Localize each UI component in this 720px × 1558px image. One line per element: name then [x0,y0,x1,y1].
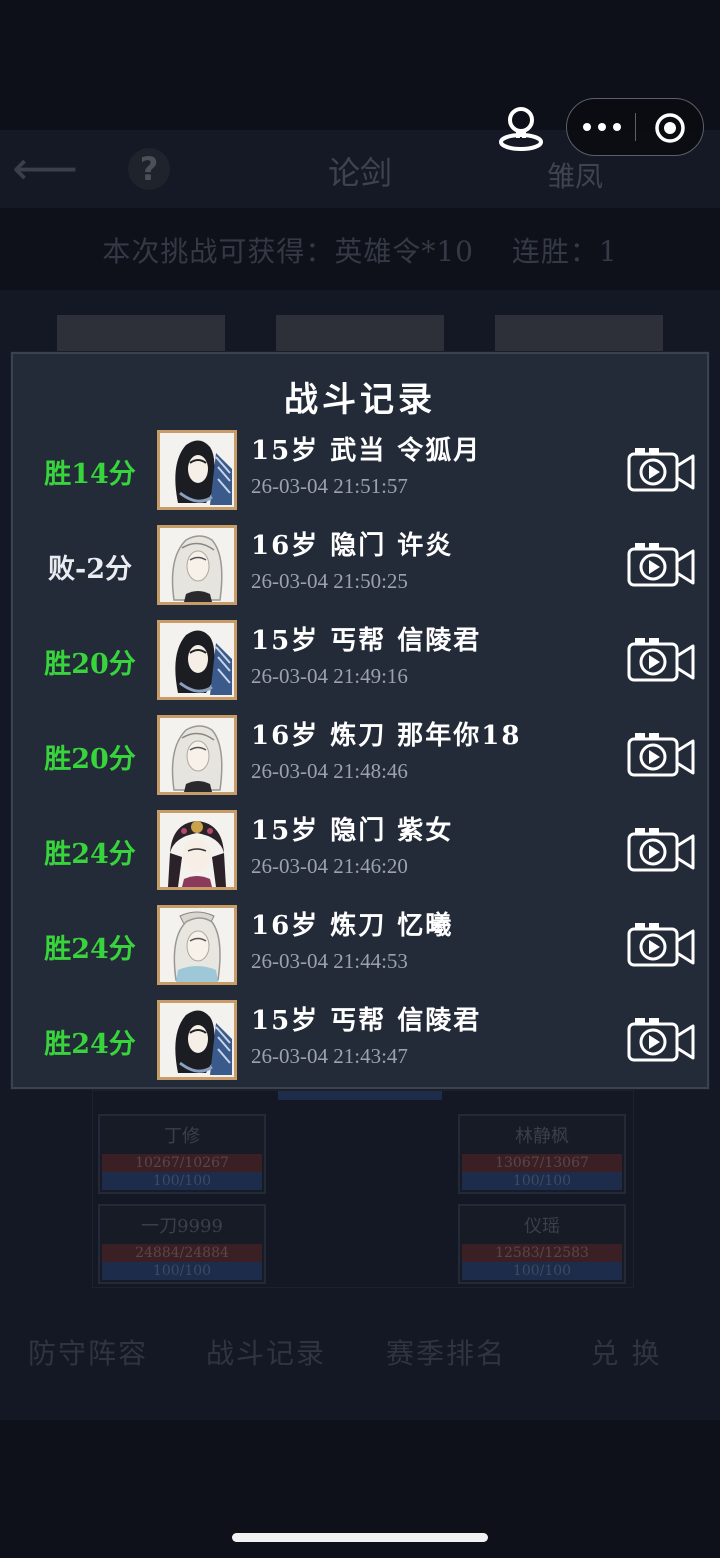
battle-time: 26-03-04 21:51:57 [251,474,408,498]
defender-hp: 10267/10267 [102,1154,262,1172]
battle-time: 26-03-04 21:50:25 [251,569,408,593]
opponent-info: 16岁 隐门 许炎 [251,531,454,561]
replay-video-icon[interactable] [627,636,695,682]
reward-info: 本次挑战可获得：英雄令*10 连胜：1 [0,230,720,270]
defender-mp: 100/100 [102,1262,262,1280]
opponent-info: 15岁 隐门 紫女 [251,816,454,846]
defender-name: 丁修 [164,1126,200,1147]
defender-name: 仪瑶 [524,1216,560,1237]
result-score: 胜24分 [44,1029,136,1060]
opponent-avatar [157,1000,237,1080]
result-score: 胜24分 [44,934,136,965]
more-icon[interactable] [579,111,625,143]
defender-hp: 13067/13067 [462,1154,622,1172]
battle-record-row: 胜24分 15岁 丐帮 信陵君 26-03-04 21:43:47 [13,1000,707,1095]
home-indicator[interactable] [232,1533,488,1542]
miniprogram-capsule [566,98,704,156]
defender-mp: 100/100 [102,1172,262,1190]
tab-defense-lineup[interactable]: 防守阵容 [8,1332,168,1372]
result-score: 胜20分 [44,744,136,775]
defender-hp: 24884/24884 [102,1244,262,1262]
opponent-avatar [157,715,237,795]
opponent-info: 15岁 丐帮 信陵君 [251,1006,482,1036]
battle-record-row: 胜14分 15岁 武当 令狐月 26-03-04 21:51:57 [13,430,707,525]
reward-text: 本次挑战可获得：英雄令*10 [102,235,474,268]
opponent-card[interactable] [57,315,225,355]
opponent-avatar [157,620,237,700]
defender-hp: 12583/12583 [462,1244,622,1262]
battle-time: 26-03-04 21:44:53 [251,949,408,973]
tab-battle-record[interactable]: 战斗记录 [186,1332,346,1372]
opponent-avatar [157,525,237,605]
result-score: 败-2分 [48,554,132,585]
replay-video-icon[interactable] [627,921,695,967]
replay-video-icon[interactable] [627,826,695,872]
rank-label: 雏凤 [546,160,603,193]
opponent-avatar [157,905,237,985]
battle-time: 26-03-04 21:49:16 [251,664,408,688]
defender-mp: 100/100 [462,1172,622,1190]
defender-name: 一刀9999 [141,1216,223,1237]
bottom-tab-bar: 防守阵容 战斗记录 赛季排名 兑 换 [0,1320,720,1380]
replay-video-icon[interactable] [627,446,695,492]
page-title: 论剑 [327,154,392,192]
profile-icon[interactable] [496,104,546,154]
result-score: 胜20分 [44,649,136,680]
defender-unit[interactable]: 林静枫 13067/13067 100/100 [458,1114,626,1194]
defender-unit[interactable]: 一刀9999 24884/24884 100/100 [98,1204,266,1284]
result-score: 胜14分 [44,459,136,490]
tab-exchange[interactable]: 兑 换 [546,1332,706,1372]
replay-video-icon[interactable] [627,541,695,587]
defender-mp: 100/100 [462,1262,622,1280]
battle-record-row: 胜20分 15岁 丐帮 信陵君 26-03-04 21:49:16 [13,620,707,715]
opponent-info: 15岁 丐帮 信陵君 [251,626,482,656]
battle-record-row: 胜24分 15岁 隐门 紫女 26-03-04 21:46:20 [13,810,707,905]
opponent-avatar [157,810,237,890]
battle-record-row: 胜24分 16岁 炼刀 忆曦 26-03-04 21:44:53 [13,905,707,1000]
opponent-info: 16岁 炼刀 那年你18 [251,721,522,751]
back-arrow-icon[interactable]: ⟵ [12,145,78,191]
battle-record-row: 败-2分 16岁 隐门 许炎 26-03-04 21:50:25 [13,525,707,620]
opponent-info: 16岁 炼刀 忆曦 [251,911,454,941]
dialog-title: 战斗记录 [284,380,436,420]
battle-record-dialog: 战斗记录 胜14分 15岁 武当 令狐月 26-03-04 21:51:57 败-2分… [11,352,709,1089]
result-score: 胜24分 [44,839,136,870]
battle-time: 26-03-04 21:46:20 [251,854,408,878]
battle-time: 26-03-04 21:43:47 [251,1044,408,1068]
streak-text: 连胜：1 [511,235,618,268]
battle-time: 26-03-04 21:48:46 [251,759,408,783]
defender-unit[interactable]: 丁修 10267/10267 100/100 [98,1114,266,1194]
opponent-card[interactable] [495,315,663,355]
tab-season-ranking[interactable]: 赛季排名 [366,1332,526,1372]
capsule-divider [635,113,636,141]
defender-name: 林静枫 [515,1126,569,1147]
opponent-info: 15岁 武当 令狐月 [251,436,482,466]
opponent-avatar [157,430,237,510]
defender-unit[interactable]: 仪瑶 12583/12583 100/100 [458,1204,626,1284]
replay-video-icon[interactable] [627,731,695,777]
help-icon[interactable]: ? [128,148,170,190]
opponent-card[interactable] [276,315,444,355]
replay-video-icon[interactable] [627,1016,695,1062]
battle-record-row: 胜20分 16岁 炼刀 那年你18 26-03-04 21:48:46 [13,715,707,810]
close-miniprogram-icon[interactable] [653,111,687,145]
